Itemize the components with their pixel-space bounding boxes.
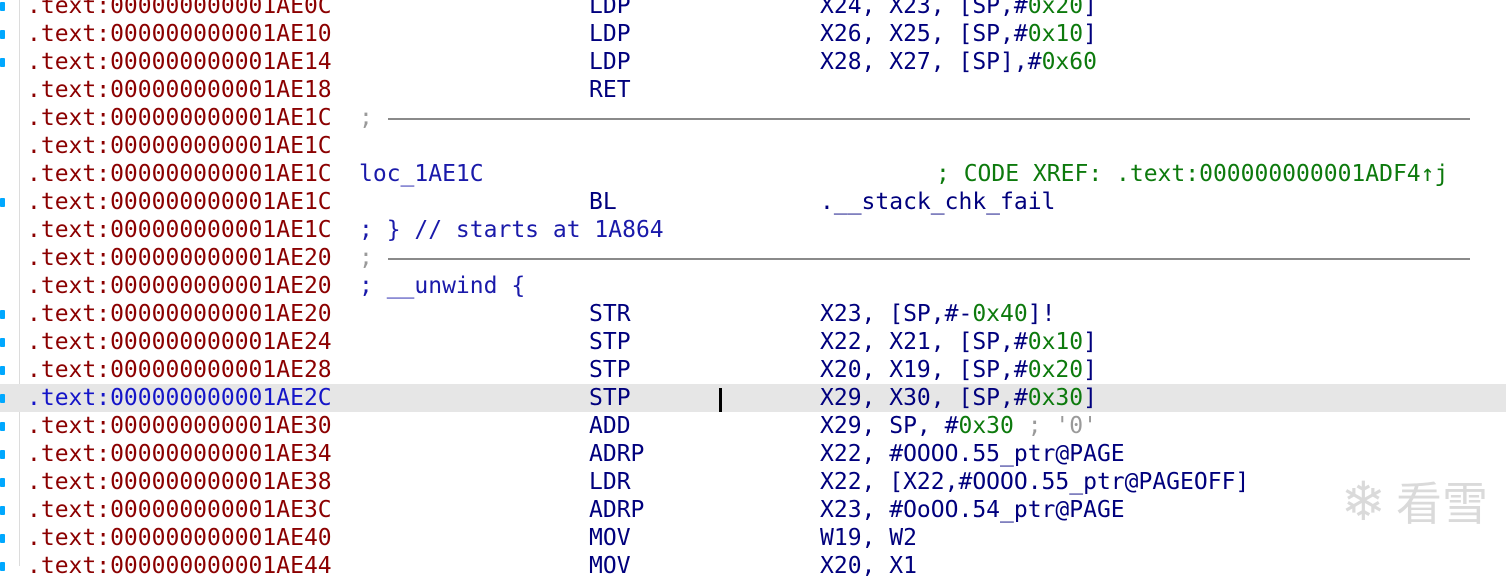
code-label[interactable]: loc_1AE1C bbox=[359, 160, 484, 188]
watermark: ❄ 看雪 bbox=[1341, 468, 1488, 534]
row-address[interactable]: .text:000000000001AE28 bbox=[27, 356, 332, 384]
breakpoint-marker-icon[interactable] bbox=[0, 30, 5, 39]
listing-row[interactable]: .text:000000000001AE18 RET bbox=[0, 76, 1506, 104]
breakpoint-marker-icon[interactable] bbox=[0, 506, 5, 515]
row-address[interactable]: .text:000000000001AE44 bbox=[27, 552, 332, 580]
instruction-mnemonic[interactable]: MOV bbox=[589, 552, 631, 580]
instruction-mnemonic[interactable]: LDR bbox=[589, 468, 631, 496]
row-address[interactable]: .text:000000000001AE0C bbox=[27, 0, 332, 20]
snowflake-icon: ❄ bbox=[1340, 469, 1386, 533]
row-address[interactable]: .text:000000000001AE1C bbox=[27, 160, 332, 188]
listing-row[interactable]: .text:000000000001AE34 ADRP X22, #OOOO.55_… bbox=[0, 440, 1506, 468]
breakpoint-marker-icon[interactable] bbox=[0, 338, 5, 347]
instruction-operands[interactable]: X23, #OoOO.54_ptr@PAGE bbox=[820, 496, 1125, 524]
watermark-text: 看雪 bbox=[1396, 477, 1488, 531]
breakpoint-marker-icon[interactable] bbox=[0, 562, 5, 571]
text-cursor bbox=[719, 388, 722, 412]
listing-row[interactable]: .text:000000000001AE1C bbox=[0, 132, 1506, 160]
row-address[interactable]: .text:000000000001AE1C bbox=[27, 104, 332, 132]
separator-comment: ; bbox=[359, 245, 373, 271]
instruction-mnemonic[interactable]: STR bbox=[589, 300, 631, 328]
breakpoint-marker-icon[interactable] bbox=[0, 310, 5, 319]
instruction-mnemonic[interactable]: ADRP bbox=[589, 496, 644, 524]
listing-row[interactable]: .text:000000000001AE20 ; __unwind { bbox=[0, 272, 1506, 300]
listing-row[interactable]: .text:000000000001AE1C loc_1AE1C ; CODE XR… bbox=[0, 160, 1506, 188]
instruction-mnemonic[interactable]: STP bbox=[589, 384, 631, 412]
instruction-operands[interactable]: X22, X21, [SP,#0x10] bbox=[820, 328, 1097, 356]
separator-line bbox=[388, 258, 1470, 260]
row-address[interactable]: .text:000000000001AE10 bbox=[27, 20, 332, 48]
listing-row[interactable]: .text:000000000001AE40 MOV W19, W2 bbox=[0, 524, 1506, 552]
instruction-operands[interactable]: X22, [X22,#OOOO.55_ptr@PAGEOFF] bbox=[820, 468, 1249, 496]
instruction-mnemonic[interactable]: LDP bbox=[589, 20, 631, 48]
row-address[interactable]: .text:000000000001AE24 bbox=[27, 328, 332, 356]
row-address[interactable]: .text:000000000001AE1C bbox=[27, 132, 332, 160]
instruction-operands[interactable]: X22, #OOOO.55_ptr@PAGE bbox=[820, 440, 1125, 468]
instruction-operands[interactable]: .__stack_chk_fail bbox=[820, 188, 1055, 216]
instruction-mnemonic[interactable]: BL bbox=[589, 188, 617, 216]
instruction-mnemonic[interactable]: LDP bbox=[589, 0, 631, 20]
listing-row[interactable]: .text:000000000001AE30 ADD X29, SP, #0x30 … bbox=[0, 412, 1506, 440]
instruction-mnemonic[interactable]: LDP bbox=[589, 48, 631, 76]
row-address[interactable]: .text:000000000001AE20 bbox=[27, 300, 332, 328]
breakpoint-marker-icon[interactable] bbox=[0, 198, 5, 207]
instruction-mnemonic[interactable]: STP bbox=[589, 328, 631, 356]
listing-row[interactable]: .text:000000000001AE20; bbox=[0, 244, 1506, 272]
breakpoint-marker-icon[interactable] bbox=[0, 394, 5, 403]
breakpoint-marker-icon[interactable] bbox=[0, 58, 5, 67]
listing-row[interactable]: .text:000000000001AE28 STP X20, X19, [SP,#… bbox=[0, 356, 1506, 384]
separator-comment: ; bbox=[359, 105, 373, 131]
instruction-operands[interactable]: X23, [SP,#-0x40]! bbox=[820, 300, 1055, 328]
row-address[interactable]: .text:000000000001AE20 bbox=[27, 272, 332, 300]
code-xref-comment[interactable]: ; CODE XREF: .text:000000000001ADF4↑j bbox=[936, 160, 1448, 188]
instruction-operands[interactable]: X24, X23, [SP,#0x20] bbox=[820, 0, 1097, 20]
row-address[interactable]: .text:000000000001AE18 bbox=[27, 76, 332, 104]
row-address[interactable]: .text:000000000001AE30 bbox=[27, 412, 332, 440]
row-address[interactable]: .text:000000000001AE14 bbox=[27, 48, 332, 76]
breakpoint-marker-icon[interactable] bbox=[0, 478, 5, 487]
listing-row[interactable]: .text:000000000001AE24 STP X22, X21, [SP,#… bbox=[0, 328, 1506, 356]
block-comment: ; } // starts at 1A864 bbox=[359, 217, 664, 243]
block-comment: ; __unwind { bbox=[359, 273, 526, 299]
instruction-operands[interactable]: X20, X19, [SP,#0x20] bbox=[820, 356, 1097, 384]
instruction-mnemonic[interactable]: STP bbox=[589, 356, 631, 384]
listing-row[interactable]: .text:000000000001AE0C LDP X24, X23, [SP,#… bbox=[0, 0, 1506, 20]
instruction-mnemonic[interactable]: MOV bbox=[589, 524, 631, 552]
listing-row[interactable]: .text:000000000001AE20 STR X23, [SP,#-0x40… bbox=[0, 300, 1506, 328]
row-address[interactable]: .text:000000000001AE2C bbox=[27, 384, 332, 412]
listing-row[interactable]: .text:000000000001AE1C ; } // starts at 1… bbox=[0, 216, 1506, 244]
row-address[interactable]: .text:000000000001AE20 bbox=[27, 244, 332, 272]
row-address[interactable]: .text:000000000001AE34 bbox=[27, 440, 332, 468]
listing-row[interactable]: .text:000000000001AE1C; bbox=[0, 104, 1506, 132]
breakpoint-marker-icon[interactable] bbox=[0, 450, 5, 459]
instruction-operands[interactable]: W19, W2 bbox=[820, 524, 917, 552]
instruction-operands[interactable]: X26, X25, [SP,#0x10] bbox=[820, 20, 1097, 48]
breakpoint-marker-icon[interactable] bbox=[0, 2, 5, 11]
row-address[interactable]: .text:000000000001AE1C bbox=[27, 216, 332, 244]
instruction-mnemonic[interactable]: ADRP bbox=[589, 440, 644, 468]
row-address[interactable]: .text:000000000001AE40 bbox=[27, 524, 332, 552]
instruction-operands[interactable]: X29, SP, #0x30 ; '0' bbox=[820, 412, 1097, 440]
separator-line bbox=[388, 118, 1470, 120]
instruction-mnemonic[interactable]: ADD bbox=[589, 412, 631, 440]
listing-row[interactable]: .text:000000000001AE3C ADRP X23, #OoOO.54_… bbox=[0, 496, 1506, 524]
listing-row[interactable]: .text:000000000001AE14 LDP X28, X27, [SP],… bbox=[0, 48, 1506, 76]
row-address[interactable]: .text:000000000001AE1C bbox=[27, 188, 332, 216]
instruction-mnemonic[interactable]: RET bbox=[589, 76, 631, 104]
listing-row[interactable]: .text:000000000001AE1C BL .__stack_chk_fai… bbox=[0, 188, 1506, 216]
listing-row[interactable]: .text:000000000001AE2C STP X29, X30, [SP,#… bbox=[0, 384, 1506, 412]
row-address[interactable]: .text:000000000001AE38 bbox=[27, 468, 332, 496]
instruction-operands[interactable]: X28, X27, [SP],#0x60 bbox=[820, 48, 1097, 76]
instruction-operands[interactable]: X29, X30, [SP,#0x30] bbox=[820, 384, 1097, 412]
disassembly-listing[interactable]: .text:000000000001AE0C LDP X24, X23, [SP,#… bbox=[0, 0, 1506, 580]
breakpoint-marker-icon[interactable] bbox=[0, 534, 5, 543]
row-address[interactable]: .text:000000000001AE3C bbox=[27, 496, 332, 524]
instruction-operands[interactable]: X20, X1 bbox=[820, 552, 917, 580]
listing-row[interactable]: .text:000000000001AE38 LDR X22, [X22,#OOOO… bbox=[0, 468, 1506, 496]
listing-row[interactable]: .text:000000000001AE10 LDP X26, X25, [SP,#… bbox=[0, 20, 1506, 48]
breakpoint-marker-icon[interactable] bbox=[0, 366, 5, 375]
breakpoint-marker-icon[interactable] bbox=[0, 422, 5, 431]
listing-row[interactable]: .text:000000000001AE44 MOV X20, X1 bbox=[0, 552, 1506, 580]
